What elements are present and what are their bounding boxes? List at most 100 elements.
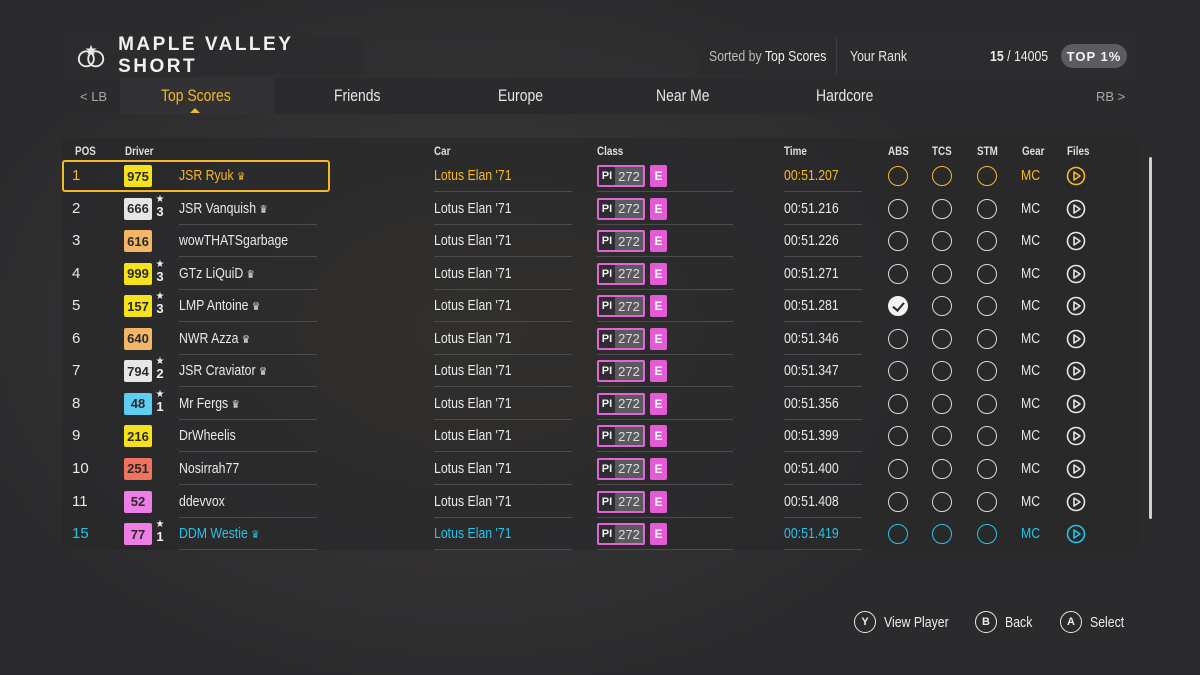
abs-assist-indicator	[888, 198, 908, 219]
row-position: 7	[72, 362, 81, 380]
tcs-assist-indicator	[932, 524, 952, 545]
driver-name[interactable]: NWR Azza ♛	[179, 330, 250, 347]
replay-file-icon[interactable]	[1066, 426, 1086, 446]
stm-assist-indicator	[977, 393, 997, 414]
table-row[interactable]: 15 77 ★ 1 DDM Westie ♛ Lotus Elan '71 PI 2…	[62, 518, 1138, 551]
lb-bumper-hint[interactable]: < LB	[80, 89, 107, 104]
driver-name[interactable]: DDM Westie ♛	[179, 525, 259, 542]
tcs-assist-indicator	[932, 263, 952, 284]
pi-rating-badge: PI 272	[597, 295, 645, 318]
pi-rating-badge: PI 272	[597, 360, 645, 383]
driver-level-badge: 616	[124, 230, 152, 253]
track-title: MAPLE VALLEY SHORT	[118, 34, 294, 77]
your-rank-value: 15 / 14005	[990, 47, 1049, 65]
driver-name[interactable]: Nosirrah77	[179, 460, 239, 477]
driver-name[interactable]: GTz LiQuiD ♛	[179, 265, 255, 282]
crown-icon: ♛	[231, 398, 240, 411]
select-button[interactable]: A Select	[1060, 611, 1132, 633]
table-row[interactable]: 7 794 ★ 2 JSR Craviator ♛ Lotus Elan '71 …	[62, 355, 1138, 388]
rb-bumper-hint[interactable]: RB >	[1096, 89, 1125, 104]
table-row[interactable]: 10 251 Nosirrah77 Lotus Elan '71 PI 272 E…	[62, 453, 1138, 485]
class-badge: E	[650, 262, 667, 285]
tab-friends[interactable]: Friends	[334, 86, 380, 106]
prestige-stars: ★ 3	[155, 291, 165, 317]
table-row[interactable]: 5 157 ★ 3 LMP Antoine ♛ Lotus Elan '71 PI…	[62, 290, 1138, 323]
tab-europe[interactable]: Europe	[498, 86, 543, 106]
tcs-assist-indicator	[932, 361, 952, 382]
row-position: 9	[72, 427, 81, 445]
driver-level-badge: 48	[124, 392, 152, 415]
replay-file-icon[interactable]	[1066, 166, 1086, 186]
driver-name[interactable]: wowTHATSgarbage	[179, 232, 288, 249]
col-header-car: Car	[434, 144, 451, 158]
replay-file-icon[interactable]	[1066, 492, 1086, 512]
table-row[interactable]: 9 216 DrWheelis Lotus Elan '71 PI 272 E 0…	[62, 420, 1138, 453]
lap-time: 00:51.419	[784, 525, 839, 543]
driver-level-badge: 794	[124, 360, 152, 383]
gear-type: MC	[1021, 199, 1041, 217]
replay-file-icon[interactable]	[1066, 524, 1086, 544]
driver-name[interactable]: Mr Fergs ♛	[179, 395, 240, 412]
a-button-icon: A	[1060, 611, 1082, 633]
replay-file-icon[interactable]	[1066, 459, 1086, 479]
leaderboard-scrollbar[interactable]	[1149, 157, 1152, 519]
car-name: Lotus Elan '71	[434, 264, 512, 282]
prestige-stars: ★ 1	[155, 388, 165, 414]
lap-time: 00:51.207	[784, 167, 839, 184]
table-row[interactable]: 2 666 ★ 3 JSR Vanquish ♛ Lotus Elan '71 P…	[62, 193, 1138, 225]
tcs-assist-indicator	[932, 231, 952, 252]
row-position: 3	[72, 232, 81, 250]
crown-icon: ♛	[258, 366, 268, 379]
gear-type: MC	[1021, 297, 1041, 315]
crown-icon: ♛	[246, 268, 255, 281]
pi-rating-badge: PI 272	[597, 490, 645, 513]
sort-indicator[interactable]: Sorted by Top Scores	[709, 48, 826, 65]
prestige-stars: ★ 1	[155, 519, 165, 545]
class-badge: E	[650, 327, 667, 350]
tab-hardcore[interactable]: Hardcore	[816, 86, 873, 106]
replay-file-icon[interactable]	[1066, 264, 1086, 284]
selected-row-outline	[62, 160, 330, 192]
driver-name[interactable]: ddevvox	[179, 493, 225, 510]
table-row[interactable]: 8 48 ★ 1 Mr Fergs ♛ Lotus Elan '71 PI 272 …	[62, 388, 1138, 420]
driver-name[interactable]: LMP Antoine ♛	[179, 297, 260, 314]
col-header-time: Time	[784, 144, 807, 158]
tcs-assist-indicator	[932, 328, 952, 349]
lap-time: 00:51.271	[784, 264, 839, 282]
row-position: 5	[72, 297, 81, 315]
col-header-tcs: TCS	[932, 144, 952, 158]
back-button[interactable]: B Back	[975, 611, 1038, 633]
tab-top-scores[interactable]: Top Scores	[161, 86, 231, 106]
class-badge: E	[650, 230, 667, 253]
driver-name[interactable]: DrWheelis	[179, 427, 236, 444]
car-name: Lotus Elan '71	[434, 492, 512, 510]
gear-type: MC	[1021, 264, 1041, 282]
row-position: 15	[72, 525, 89, 543]
rank-divider	[836, 37, 837, 75]
table-row[interactable]: 4 999 ★ 3 GTz LiQuiD ♛ Lotus Elan '71 PI 2…	[62, 258, 1138, 290]
replay-file-icon[interactable]	[1066, 361, 1086, 381]
replay-file-icon[interactable]	[1066, 394, 1086, 414]
abs-assist-indicator	[888, 524, 908, 545]
replay-file-icon[interactable]	[1066, 296, 1086, 316]
y-button-icon: Y	[854, 611, 876, 633]
driver-level-badge: 999	[124, 262, 152, 285]
driver-name[interactable]: JSR Vanquish ♛	[179, 200, 268, 217]
replay-file-icon[interactable]	[1066, 231, 1086, 251]
table-row[interactable]: 6 640 NWR Azza ♛ Lotus Elan '71 PI 272 E …	[62, 323, 1138, 355]
top-percent-badge: TOP 1%	[1061, 44, 1127, 68]
row-position: 8	[72, 394, 81, 412]
view-player-button[interactable]: Y View Player	[854, 611, 963, 633]
tab-near-me[interactable]: Near Me	[656, 86, 709, 106]
pi-rating-badge: PI 272	[597, 197, 645, 220]
car-name: Lotus Elan '71	[434, 167, 512, 184]
abs-assist-indicator	[888, 328, 908, 349]
lap-time: 00:51.226	[784, 232, 839, 250]
time-underline	[784, 549, 862, 551]
table-row[interactable]: 11 52 ddevvox Lotus Elan '71 PI 272 E 00:…	[62, 486, 1138, 518]
gear-type: MC	[1021, 492, 1041, 510]
replay-file-icon[interactable]	[1066, 329, 1086, 349]
table-row[interactable]: 3 616 wowTHATSgarbage Lotus Elan '71 PI 2…	[62, 225, 1138, 258]
replay-file-icon[interactable]	[1066, 199, 1086, 219]
driver-name[interactable]: JSR Craviator ♛	[179, 362, 267, 379]
